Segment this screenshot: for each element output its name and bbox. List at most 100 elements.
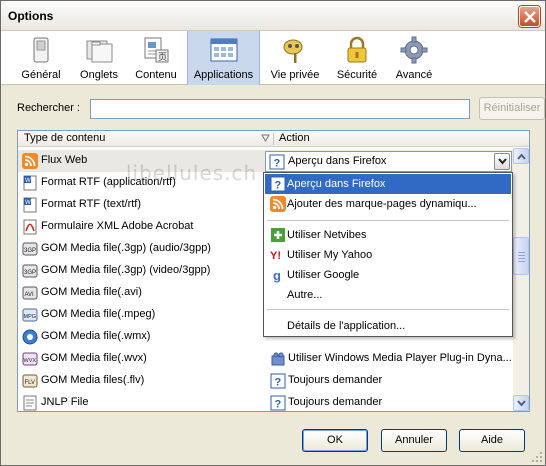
row-type: GOM Media file(.mpeg) [41, 308, 156, 320]
reset-button[interactable]: Réinitialiser [479, 97, 545, 120]
menu-separator [267, 309, 509, 310]
menu-item-label: Aperçu dans Firefox [287, 178, 386, 190]
help-button[interactable]: Aide [459, 429, 525, 452]
menu-item-google[interactable]: g Utiliser Google [265, 265, 511, 285]
svg-text:MPG: MPG [24, 314, 37, 320]
row-type: Format RTF (text/rtf) [41, 198, 142, 210]
menu-separator [267, 220, 509, 221]
padlock-icon [347, 36, 367, 63]
menu-item-my-yahoo[interactable]: Y! Utiliser My Yahoo [265, 245, 511, 265]
table-row[interactable]: WVX GOM Media file(.wvx) Utiliser Window… [18, 348, 513, 370]
tab-label: Applications [193, 69, 254, 81]
search-label: Rechercher : [17, 102, 80, 114]
3gp-media-icon: 3GP [22, 242, 38, 256]
gear-icon [400, 36, 428, 64]
svg-text:FLV: FLV [25, 380, 36, 386]
rtf-doc-icon: W [23, 175, 37, 191]
menu-item-label: Utiliser My Yahoo [287, 249, 373, 261]
row-action: Utiliser Windows Media Player Plug-in Dy… [288, 352, 512, 364]
yahoo-icon: Y! [270, 250, 281, 262]
chevron-down-icon [498, 158, 507, 165]
scroll-down-button[interactable] [513, 395, 529, 411]
tab-label: Vie privée [270, 69, 320, 81]
vertical-scrollbar[interactable] [513, 148, 529, 411]
svg-text:WVX: WVX [24, 358, 37, 364]
scroll-up-button[interactable] [513, 148, 529, 164]
tab-general[interactable]: Général [17, 31, 65, 85]
switch-icon [33, 37, 49, 63]
tab-label: Contenu [135, 69, 177, 81]
options-dialog: Options Général Onglets 页 Contenu Applic… [0, 0, 546, 466]
svg-text:?: ? [275, 180, 282, 192]
google-icon: g [273, 268, 281, 283]
row-type: GOM Media file(.3gp) (video/3gpp) [41, 264, 211, 276]
svg-text:g: g [273, 268, 281, 283]
title-bar: Options [1, 1, 545, 31]
applications-window-icon [210, 38, 237, 62]
menu-item-apercu[interactable]: ? Aperçu dans Firefox [265, 174, 511, 194]
column-header-type[interactable]: Type de contenu [24, 132, 105, 144]
cancel-button[interactable]: Annuler [381, 429, 447, 452]
ask-icon: ? [269, 154, 285, 170]
tab-vie-privee[interactable]: Vie privée [267, 31, 323, 85]
chevron-down-icon [517, 400, 526, 407]
menu-item-label: Autre... [287, 289, 323, 301]
row-type: GOM Media file(.3gp) (audio/3gpp) [41, 242, 211, 254]
chevron-up-icon [517, 153, 526, 160]
tab-label: Général [21, 69, 61, 81]
action-select[interactable]: ? Aperçu dans Firefox [265, 151, 512, 172]
search-row: Rechercher : Réinitialiser [17, 97, 545, 120]
rtf-doc-icon: W [23, 197, 37, 213]
action-select-value: Aperçu dans Firefox [288, 155, 387, 167]
tab-securite[interactable]: Sécurité [331, 31, 383, 85]
flv-media-icon: FLV [22, 374, 38, 388]
table-row[interactable]: JNLP File ? Toujours demander [18, 392, 513, 411]
options-toolbar: Général Onglets 页 Contenu Applications V… [1, 31, 545, 85]
column-divider [273, 133, 274, 145]
svg-text:W: W [25, 200, 31, 206]
ok-button[interactable]: OK [302, 429, 368, 452]
sort-arrow-icon [261, 134, 270, 142]
svg-text:?: ? [275, 399, 282, 411]
menu-item-other[interactable]: Autre... [265, 285, 511, 305]
svg-text:3GP: 3GP [24, 248, 36, 254]
row-type: GOM Media files(.flv) [41, 374, 145, 386]
row-action: Toujours demander [288, 396, 383, 408]
content-page-icon: 页 [144, 37, 169, 63]
svg-text:Y!: Y! [270, 250, 281, 262]
action-dropdown-menu: ? Aperçu dans Firefox Ajouter des marque… [263, 172, 513, 337]
row-type: GOM Media file(.avi) [41, 286, 142, 298]
list-header: Type de contenu Action [18, 131, 529, 147]
column-header-action[interactable]: Action [279, 132, 310, 144]
menu-item-app-details[interactable]: Détails de l'application... [265, 316, 511, 336]
3gp-media-icon: 3GP [22, 264, 38, 278]
resize-grip-icon[interactable] [531, 451, 543, 463]
tab-avance[interactable]: Avancé [389, 31, 439, 85]
rss-feed-icon [270, 196, 286, 212]
table-row[interactable]: FLV GOM Media files(.flv) ? Toujours dem… [18, 370, 513, 392]
search-input[interactable] [90, 99, 470, 119]
tab-onglets[interactable]: Onglets [73, 31, 125, 85]
dropdown-button[interactable] [494, 153, 510, 170]
menu-item-label: Utiliser Netvibes [287, 229, 367, 241]
tab-contenu[interactable]: 页 Contenu [131, 31, 181, 85]
menu-item-netvibes[interactable]: Utiliser Netvibes [265, 225, 511, 245]
tab-applications[interactable]: Applications [187, 31, 260, 85]
window-title: Options [8, 9, 54, 23]
menu-item-label: Détails de l'application... [287, 320, 406, 332]
svg-text:?: ? [275, 377, 282, 389]
mpeg-media-icon: MPG [22, 308, 38, 322]
ask-icon: ? [270, 373, 286, 389]
wmx-media-icon [22, 329, 38, 345]
svg-text:?: ? [274, 158, 281, 170]
menu-item-label: Ajouter des marque-pages dynamiqu... [287, 198, 477, 210]
svg-text:AVI: AVI [25, 292, 35, 298]
menu-item-live-bookmarks[interactable]: Ajouter des marque-pages dynamiqu... [265, 194, 511, 214]
row-type: Flux Web [41, 154, 88, 166]
scroll-thumb[interactable] [513, 237, 529, 275]
watermark: libellules.ch [126, 161, 258, 185]
row-type: GOM Media file(.wvx) [41, 352, 147, 364]
tab-label: Avancé [395, 69, 433, 81]
pdf-doc-icon [23, 219, 37, 235]
close-button[interactable] [519, 6, 540, 27]
